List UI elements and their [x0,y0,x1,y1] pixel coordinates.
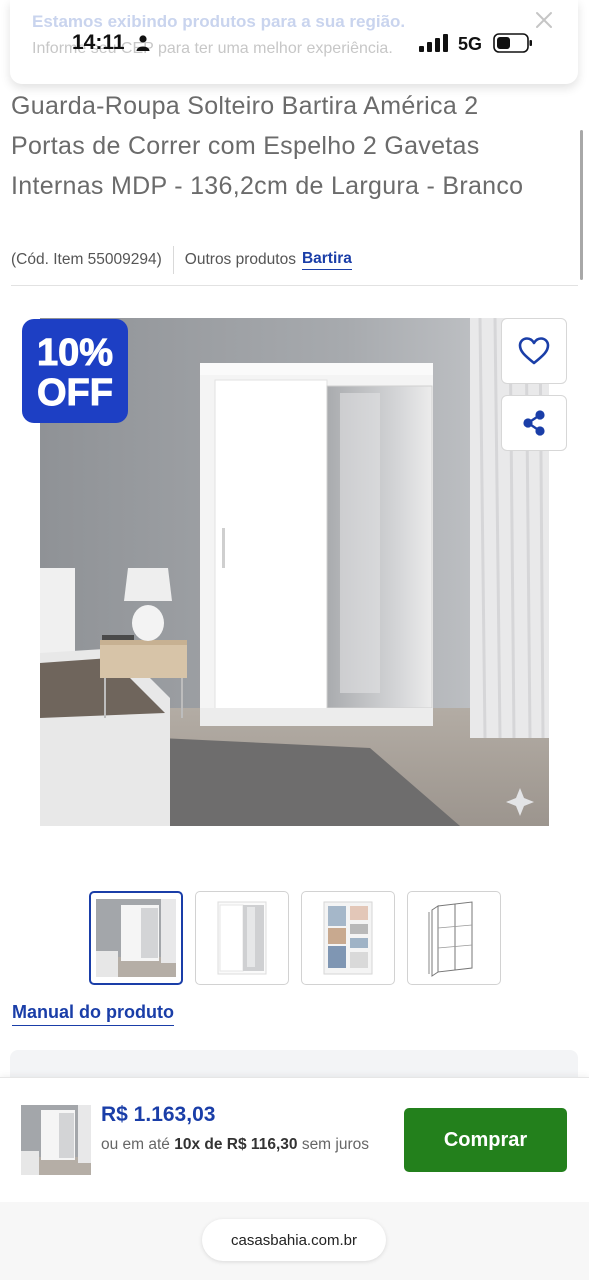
product-meta: (Cód. Item 55009294) Outros produtos Bar… [11,246,352,274]
other-products-label: Outros produtos [184,251,296,268]
brand-link[interactable]: Bartira [301,250,352,270]
installments-prefix: ou em até [101,1136,170,1153]
installments-amount: 10x de R$ 116,30 [174,1136,298,1153]
thumbnail-image [323,901,373,975]
region-banner: Estamos exibindo produtos para a sua reg… [10,0,578,84]
thumbnail-bedroom-photo[interactable] [89,891,183,985]
favorite-button[interactable] [501,318,567,384]
meta-divider [172,246,174,274]
address-bar[interactable]: casasbahia.com.br [202,1219,386,1261]
product-manual-link[interactable]: Manual do produto [12,1002,174,1026]
discount-badge-percent: 10% [37,332,113,374]
browser-bottom-bar: casasbahia.com.br [0,1202,589,1280]
thumbnail-image [217,901,267,975]
item-code: (Cód. Item 55009294) [11,251,162,268]
scrollbar[interactable] [580,130,583,280]
heart-icon [518,337,550,365]
discount-badge-off: OFF [37,372,113,414]
installments-text: ou em até 10x de R$ 116,30 sem juros [101,1133,371,1157]
thumbnail-interior-view[interactable] [301,891,395,985]
thumbnail-image [96,899,176,977]
thumbnail-image [428,901,473,977]
buy-button[interactable]: Comprar [404,1108,567,1172]
product-title: Guarda-Roupa Solteiro Bartira América 2 … [11,92,524,200]
discount-badge: 10% OFF [22,319,128,423]
divider [11,285,578,286]
thumbnail-front-view[interactable] [195,891,289,985]
installments-suffix: sem juros [301,1136,369,1153]
buy-bar-product-thumbnail [21,1105,91,1175]
sticky-buy-bar: R$ 1.163,03 ou em até 10x de R$ 116,30 s… [0,1077,589,1202]
share-button[interactable] [501,395,567,451]
close-icon[interactable] [534,10,554,30]
price: R$ 1.163,03 [101,1103,216,1126]
region-banner-title: Estamos exibindo produtos para a sua reg… [32,12,406,31]
region-banner-subtitle[interactable]: Informe seu CEP para ter uma melhor expe… [32,40,393,58]
thumbnail-dimensions-drawing[interactable] [407,891,501,985]
share-icon [523,410,545,436]
